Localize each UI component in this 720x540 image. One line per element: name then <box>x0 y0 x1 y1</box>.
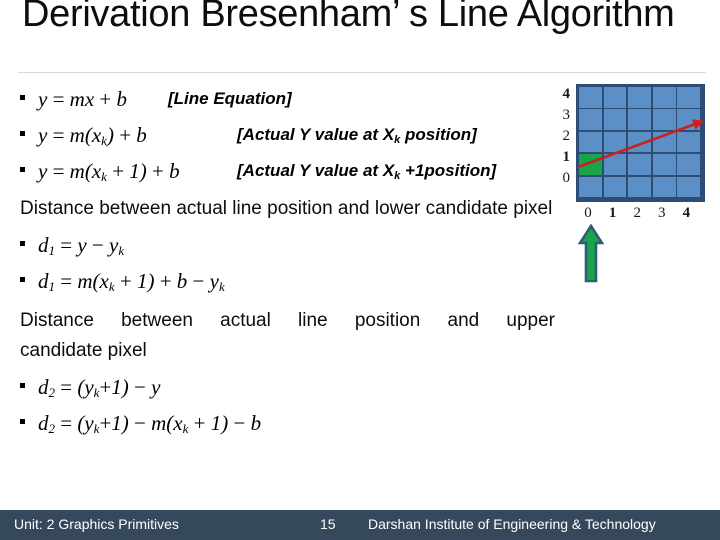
equation-lhs-d1-expanded: d1 = m(xk + 1) + b − yk <box>38 269 225 294</box>
y-axis-label-3: 3 <box>562 107 571 123</box>
equation-row-d2-simple: d2 = (yk+1) − y <box>0 370 560 406</box>
y-axis-label-4: 4 <box>562 86 571 102</box>
x-axis-label-4: 4 <box>682 205 691 221</box>
x-axis-label-0: 0 <box>584 205 592 221</box>
equation-row-actual-y-at-xk-plus-1: y = m(xk + 1) + b [Actual Y value at Xk … <box>0 154 560 190</box>
equation-note-line-equation: [Line Equation] <box>168 89 292 108</box>
page-title: Derivation Bresenham’ s Line Algorithm <box>22 0 675 35</box>
bullet-square-icon <box>20 419 25 424</box>
equation-row-d1-expanded: d1 = m(xk + 1) + b − yk <box>0 264 560 300</box>
y-axis-label-2: 2 <box>562 128 571 144</box>
bresenham-line <box>577 119 705 169</box>
paragraph-upper-candidate: Distance between actual line position an… <box>0 306 555 366</box>
equation-lhs-actual-y-at-xk: y = m(xk) + b <box>38 123 147 148</box>
bullet-square-icon <box>20 241 25 246</box>
bresenham-grid-figure: 4 3 2 1 0 0 1 2 3 4 <box>548 84 713 294</box>
equation-row-actual-y-at-xk: y = m(xk) + b [Actual Y value at Xk posi… <box>0 118 560 154</box>
equation-lhs-d2-simple: d2 = (yk+1) − y <box>38 375 161 400</box>
bullet-square-icon <box>20 383 25 388</box>
title-divider <box>18 72 706 73</box>
equation-row-d2-expanded: d2 = (yk+1) − m(xk + 1) − b <box>0 406 560 442</box>
paragraph-upper-line-1: Distance between actual line position an… <box>20 310 555 331</box>
footer-unit-label: Unit: 2 Graphics Primitives <box>14 516 179 532</box>
equation-note-actual-y-at-xk-plus-1: [Actual Y value at Xk +1position] <box>237 161 497 182</box>
bullet-square-icon <box>20 131 25 136</box>
equation-lhs-d2-expanded: d2 = (yk+1) − m(xk + 1) − b <box>38 411 262 436</box>
up-arrow-icon <box>578 224 604 283</box>
bullet-square-icon <box>20 167 25 172</box>
x-axis-label-3: 3 <box>658 205 666 221</box>
paragraph-upper-line-2: candidate pixel <box>20 340 147 361</box>
paragraph-lower-candidate: Distance between actual line position an… <box>0 194 555 224</box>
equation-row-line-equation: y = mx + b [Line Equation] <box>0 82 560 118</box>
paragraph-lower-line-1: Distance between actual line position an… <box>20 198 508 219</box>
equation-lhs-line-equation: y = mx + b <box>38 87 128 111</box>
bullet-square-icon <box>20 95 25 100</box>
x-axis-label-1: 1 <box>608 205 617 221</box>
slide-body: y = mx + b [Line Equation] y = m(xk) + b… <box>0 82 560 442</box>
slide-footer: Unit: 2 Graphics Primitives 15 Darshan I… <box>0 510 720 540</box>
equation-row-d1-simple: d1 = y − yk <box>0 228 560 264</box>
red-line-segment <box>577 119 705 169</box>
footer-page-number: 15 <box>320 516 336 532</box>
equation-lhs-actual-y-at-xk-plus-1: y = m(xk + 1) + b <box>38 159 180 184</box>
bullet-square-icon <box>20 277 25 282</box>
y-axis-label-1: 1 <box>562 149 571 165</box>
x-axis-label-2: 2 <box>633 205 641 221</box>
pixel-grid <box>576 84 705 202</box>
equation-note-actual-y-at-xk: [Actual Y value at Xk position] <box>237 125 477 146</box>
footer-organization-label: Darshan Institute of Engineering & Techn… <box>368 516 656 532</box>
paragraph-lower-line-2: pixel <box>513 198 553 219</box>
y-axis-label-0: 0 <box>562 170 571 186</box>
equation-lhs-d1-simple: d1 = y − yk <box>38 233 125 258</box>
